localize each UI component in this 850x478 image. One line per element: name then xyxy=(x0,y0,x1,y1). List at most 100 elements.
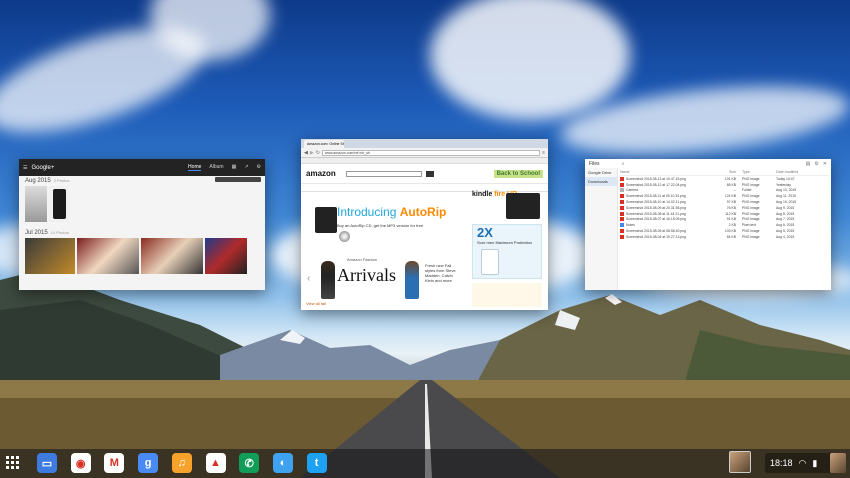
google-search-app-icon: g xyxy=(144,457,152,469)
col-date[interactable]: Date modified xyxy=(776,170,826,174)
file-name: Screenshot 2015-08-09 at 20.31.55.png xyxy=(626,205,686,210)
back-to-school-banner[interactable]: Back to School xyxy=(493,169,543,178)
grid-icon[interactable]: ▦ xyxy=(232,164,237,171)
device-image xyxy=(315,207,337,233)
file-date: Aug 5, 2015 xyxy=(776,229,795,234)
col-type[interactable]: Type xyxy=(736,170,776,174)
file-type: PNG image xyxy=(742,211,760,216)
menu-icon[interactable]: ☰ xyxy=(23,165,27,171)
files-header: Files ⌕ ▤ ⚙ ✕ xyxy=(585,159,831,168)
forward-icon[interactable]: ▶ xyxy=(310,150,314,156)
clock: 18:18 xyxy=(770,458,793,468)
file-type: PNG image xyxy=(742,200,760,205)
photo-thumb[interactable] xyxy=(25,186,47,222)
cd-image xyxy=(339,231,350,242)
photo-thumb[interactable] xyxy=(25,238,75,274)
col-name[interactable]: Name xyxy=(620,170,716,174)
kindle-ad[interactable]: kindle fire HD xyxy=(472,191,542,221)
files-window[interactable]: Files ⌕ ▤ ⚙ ✕ Google Drive Downloads Nam… xyxy=(585,159,831,290)
hangouts-app-icon: ✆ xyxy=(244,457,254,470)
file-type: Plain text xyxy=(742,223,756,228)
browser-tab[interactable]: Amazon.com: Online Shopping xyxy=(304,140,344,148)
fashion-banner[interactable]: ‹ Amazon Fashion Arrivals Fresh new Fall… xyxy=(307,255,464,305)
app-launcher-button[interactable] xyxy=(5,455,21,471)
settings-icon[interactable]: ⚙ xyxy=(814,161,818,167)
amazon-header: amazon Back to School xyxy=(301,164,548,184)
menu-icon[interactable]: ≡ xyxy=(542,150,545,156)
files-app[interactable]: ▭ xyxy=(37,453,57,473)
photos-window[interactable]: ☰ Google+ Home Album ▦ ↗ ⚙ Aug 2015 2 Pho… xyxy=(19,159,265,290)
col-size[interactable]: Size xyxy=(716,170,736,174)
file-name: Notes xyxy=(626,223,635,228)
photos-app[interactable]: ◐ xyxy=(272,453,293,473)
gmail-app[interactable]: M xyxy=(104,453,125,473)
image-file-icon xyxy=(620,211,624,216)
text-file-icon xyxy=(620,223,624,228)
play-music-app[interactable]: ♫ xyxy=(171,453,192,473)
google-search-app[interactable]: g xyxy=(138,453,159,473)
files-title: Files xyxy=(589,160,600,167)
file-size: -- xyxy=(733,188,736,193)
battery-icon: ▮ xyxy=(812,457,818,468)
carousel-prev-icon[interactable]: ‹ xyxy=(307,273,310,284)
file-date: Aug 9, 2015 xyxy=(776,205,795,210)
photos-app-icon: ◐ xyxy=(279,457,287,469)
file-date: Aug 10, 2015 xyxy=(776,200,797,205)
google-drive-app-icon: ▲ xyxy=(210,457,221,469)
amazon-search-input[interactable] xyxy=(345,170,422,177)
folder-icon xyxy=(620,188,624,193)
back-icon[interactable]: ◀ xyxy=(304,150,308,156)
chrome-app[interactable]: ◉ xyxy=(70,453,91,473)
file-type: PNG image xyxy=(742,205,760,210)
sidebar-item-drive[interactable]: Google Drive xyxy=(585,168,617,177)
tab-album[interactable]: Album xyxy=(209,164,223,171)
tab-home[interactable]: Home xyxy=(188,164,202,171)
view-icon[interactable]: ▤ xyxy=(806,161,811,167)
file-size: 101 KB xyxy=(724,176,736,181)
share-icon[interactable]: ↗ xyxy=(244,164,248,171)
autorip-banner[interactable]: Introducing AutoRip Buy an AutoRip CD, g… xyxy=(307,203,463,253)
photo-thumb[interactable] xyxy=(49,186,69,222)
file-size: 91 KB xyxy=(726,217,736,222)
file-type: PNG image xyxy=(742,229,760,234)
user-avatar-tray[interactable] xyxy=(830,453,846,473)
shelf xyxy=(0,449,850,478)
tooltip xyxy=(215,177,261,182)
file-size: 124 KB xyxy=(724,194,736,199)
avatar[interactable] xyxy=(729,451,751,473)
amazon-search-button[interactable] xyxy=(425,170,434,177)
model-image xyxy=(405,261,419,299)
image-file-icon xyxy=(620,176,624,181)
twitter-app[interactable]: t xyxy=(306,453,327,473)
close-icon[interactable]: ✕ xyxy=(823,161,827,167)
file-date: Aug 10, 2015 xyxy=(776,188,797,193)
deodorant-ad[interactable]: 2X Sure men Maximum Protection xyxy=(472,224,542,279)
browser-window[interactable]: Amazon.com: Online Shopping ◀ ▶ ↻ www.am… xyxy=(301,139,548,310)
toys-ad[interactable] xyxy=(472,283,542,307)
amazon-logo[interactable]: amazon xyxy=(306,169,336,178)
file-type: PNG image xyxy=(742,182,760,187)
photo-thumb[interactable] xyxy=(205,238,247,274)
file-name: Screenshot 2015-08-04 at 19.27.13.png xyxy=(626,234,686,239)
address-bar[interactable]: www.amazon.com/ref=nb_sb xyxy=(321,149,541,156)
reload-icon[interactable]: ↻ xyxy=(316,150,320,156)
google-drive-app[interactable]: ▲ xyxy=(205,453,226,473)
photo-thumb[interactable] xyxy=(141,238,203,274)
file-date: Aug 7, 2015 xyxy=(776,217,795,222)
file-date: Yesterday xyxy=(776,182,791,187)
file-size: 84 KB xyxy=(726,234,736,239)
file-name: Screenshot 2015-08-11 at 09.10.33.png xyxy=(626,194,686,199)
photo-thumb[interactable] xyxy=(77,238,139,274)
file-row[interactable]: Screenshot 2015-08-04 at 19.27.13.png 84 … xyxy=(620,234,829,240)
view-all-link[interactable]: View all fall xyxy=(306,301,326,306)
image-file-icon xyxy=(620,205,624,210)
settings-icon[interactable]: ⚙ xyxy=(257,164,261,171)
file-name: Screenshot 2015-08-12 at 17.22.04.png xyxy=(626,182,686,187)
file-size: 112 KB xyxy=(725,211,736,216)
file-size: 103 KB xyxy=(724,229,736,234)
search-icon[interactable]: ⌕ xyxy=(622,161,625,167)
gmail-app-icon: M xyxy=(109,457,119,469)
sidebar-item-downloads[interactable]: Downloads xyxy=(585,177,617,186)
hangouts-app[interactable]: ✆ xyxy=(239,453,260,473)
photos-header: ☰ Google+ Home Album ▦ ↗ ⚙ xyxy=(19,159,265,176)
